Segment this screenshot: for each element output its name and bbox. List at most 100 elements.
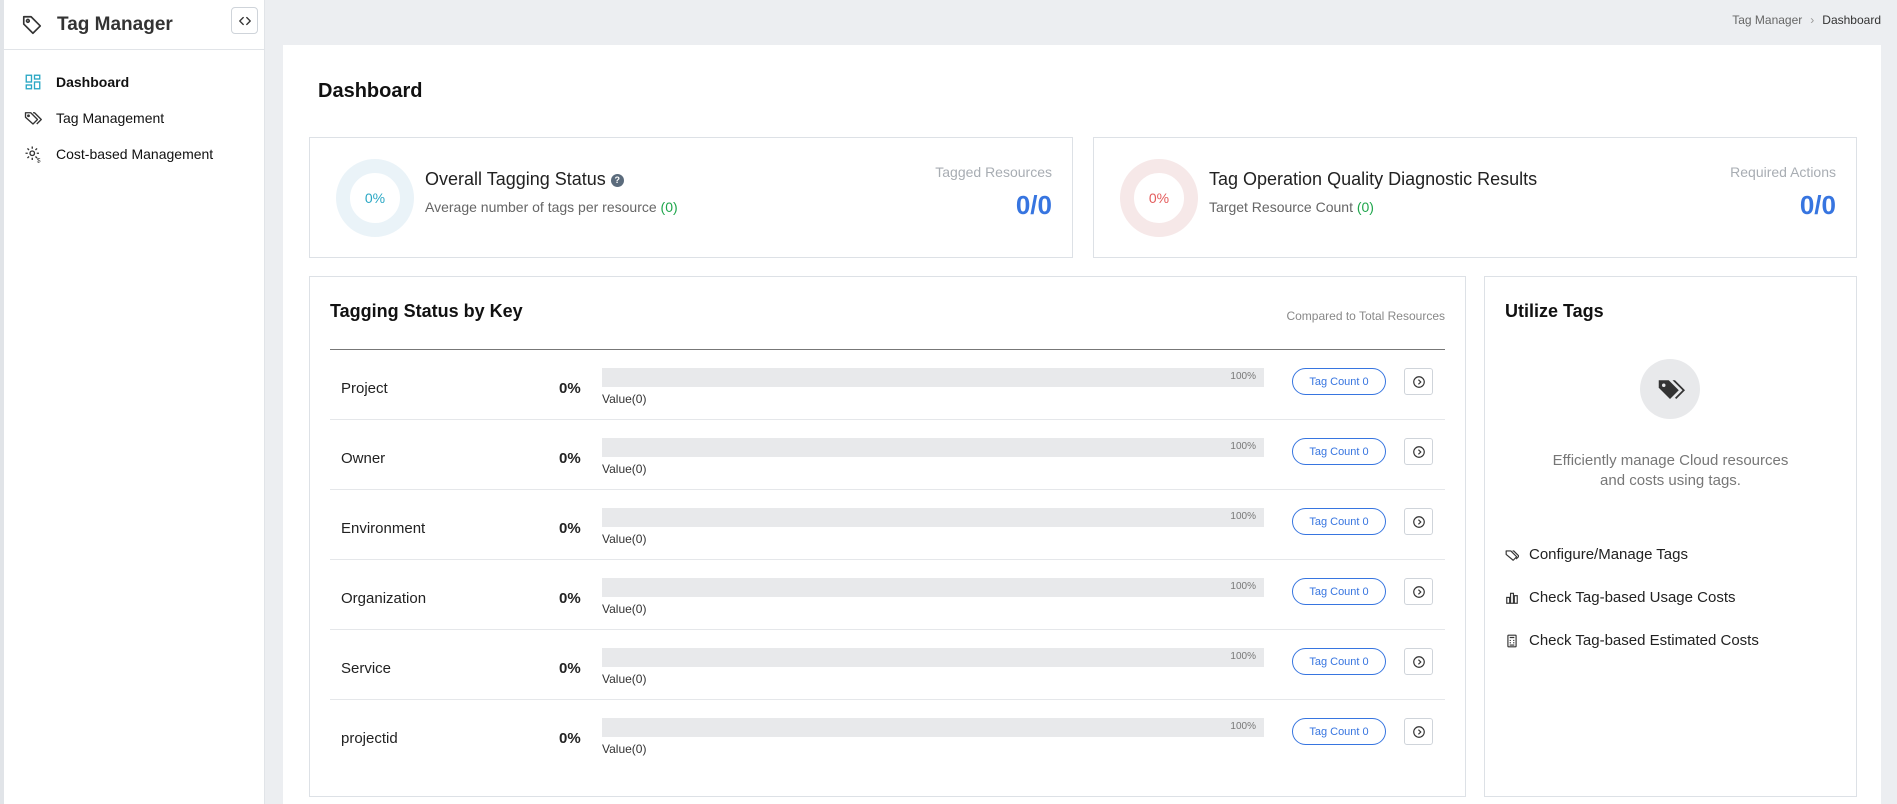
tag-value-count: Value(0) <box>602 392 647 406</box>
cost-settings-icon: $ <box>22 143 44 165</box>
tagged-resources-label: Tagged Resources <box>935 164 1052 180</box>
utilize-desc-line: and costs using tags. <box>1600 472 1741 489</box>
tag-count-badge[interactable]: Tag Count 0 <box>1292 718 1386 745</box>
tag-key-label: Environment <box>341 520 426 537</box>
tag-progress-bar: 100% <box>602 718 1264 737</box>
tag-detail-button[interactable] <box>1404 368 1433 395</box>
tag-key-percent: 0% <box>559 730 581 747</box>
tag-detail-button[interactable] <box>1404 508 1433 535</box>
arrow-circle-right-icon <box>1412 375 1425 388</box>
tag-progress-bar: 100% <box>602 438 1264 457</box>
help-icon[interactable]: ? <box>610 173 624 187</box>
tag-count-badge[interactable]: Tag Count 0 <box>1292 578 1386 605</box>
quality-donut-chart: 0% <box>1120 159 1198 237</box>
svg-text:$: $ <box>37 157 41 163</box>
tag-progress-max-label: 100% <box>1230 441 1256 452</box>
tag-value-count: Value(0) <box>602 602 647 616</box>
tag-count-badge[interactable]: Tag Count 0 <box>1292 368 1386 395</box>
overall-title: Overall Tagging Status <box>425 169 606 189</box>
tag-count-badge[interactable]: Tag Count 0 <box>1292 508 1386 535</box>
tagging-row-owner: Owner 0% 100% Value(0) Tag Count 0 <box>330 420 1445 490</box>
tag-detail-button[interactable] <box>1404 578 1433 605</box>
tag-key-label: projectid <box>341 730 398 747</box>
quality-title: Tag Operation Quality Diagnostic Results <box>1209 169 1538 189</box>
arrow-circle-right-icon <box>1412 585 1425 598</box>
tagging-status-list: Project 0% 100% Value(0) Tag Count 0 Owner 0% 1… <box>330 350 1445 770</box>
tags-icon <box>22 107 44 129</box>
tag-key-label: Owner <box>341 450 386 467</box>
tag-key-label: Service <box>341 660 392 677</box>
tag-progress-bar: 100% <box>602 578 1264 597</box>
overall-subtitle: Average number of tags per resource <box>425 199 657 215</box>
tag-key-label: Project <box>341 380 388 397</box>
tag-value-count: Value(0) <box>602 672 647 686</box>
tag-detail-button[interactable] <box>1404 718 1433 745</box>
tagging-row-environment: Environment 0% 100% Value(0) Tag Count 0 <box>330 490 1445 560</box>
tag-progress-bar: 100% <box>602 648 1264 667</box>
utilize-desc-line: Efficiently manage Cloud resources <box>1552 452 1789 469</box>
required-actions-value[interactable]: 0/0 <box>1800 190 1836 221</box>
overall-subtitle-row: Average number of tags per resource (0) <box>425 199 678 215</box>
tag-icon <box>21 12 47 38</box>
sidebar-item-dashboard[interactable]: Dashboard <box>4 64 264 100</box>
dashboard-icon <box>22 71 44 93</box>
tag-usage-costs-link[interactable]: Check Tag-based Usage Costs <box>1505 576 1759 619</box>
sidebar-item-label: Cost-based Management <box>56 146 214 162</box>
tagging-row-project: Project 0% 100% Value(0) Tag Count 0 <box>330 350 1445 420</box>
quality-subtitle-value: (0) <box>1356 199 1374 215</box>
tag-key-percent: 0% <box>559 380 581 397</box>
breadcrumb-parent-link[interactable]: Tag Manager <box>1732 13 1802 27</box>
configure-manage-tags-link[interactable]: Configure/Manage Tags <box>1505 533 1759 576</box>
tagging-row-organization: Organization 0% 100% Value(0) Tag Count 0 <box>330 560 1445 630</box>
tag-progress-max-label: 100% <box>1230 511 1256 522</box>
tag-key-percent: 0% <box>559 450 581 467</box>
tagging-row-service: Service 0% 100% Value(0) Tag Count 0 <box>330 630 1445 700</box>
quality-donut-value: 0% <box>1148 190 1170 206</box>
tag-key-percent: 0% <box>559 590 581 607</box>
breadcrumb: Tag Manager › Dashboard <box>1732 13 1881 27</box>
tagging-status-card: Tagging Status by Key Compared to Total … <box>309 276 1466 797</box>
arrow-circle-right-icon <box>1412 655 1425 668</box>
tag-count-badge[interactable]: Tag Count 0 <box>1292 648 1386 675</box>
tag-detail-button[interactable] <box>1404 438 1433 465</box>
overall-tagging-card: 0% Overall Tagging Status? Average numbe… <box>309 137 1073 258</box>
sidebar-item-cost-based-management[interactable]: $ Cost-based Management <box>4 136 264 172</box>
arrow-circle-right-icon <box>1412 725 1425 738</box>
link-label: Configure/Manage Tags <box>1529 546 1688 563</box>
bar-chart-icon <box>1505 591 1519 605</box>
overall-donut-chart: 0% <box>336 159 414 237</box>
tag-progress-bar: 100% <box>602 368 1264 387</box>
tag-progress-max-label: 100% <box>1230 371 1256 382</box>
utilize-links: Configure/Manage Tags Check Tag-based Us… <box>1505 533 1759 662</box>
tags-illustration-icon <box>1640 359 1700 419</box>
overall-donut-value: 0% <box>364 190 386 206</box>
tagged-resources-value[interactable]: 0/0 <box>1016 190 1052 221</box>
tag-detail-button[interactable] <box>1404 648 1433 675</box>
quality-subtitle: Target Resource Count <box>1209 199 1353 215</box>
tag-key-percent: 0% <box>559 520 581 537</box>
quality-subtitle-row: Target Resource Count (0) <box>1209 199 1374 215</box>
tag-key-label: Organization <box>341 590 427 607</box>
tag-progress-max-label: 100% <box>1230 721 1256 732</box>
tag-value-count: Value(0) <box>602 532 647 546</box>
sidebar-toggle-button[interactable] <box>231 7 258 34</box>
tag-estimated-costs-link[interactable]: Check Tag-based Estimated Costs <box>1505 619 1759 662</box>
tag-count-badge[interactable]: Tag Count 0 <box>1292 438 1386 465</box>
code-brackets-icon <box>238 16 251 25</box>
chevron-right-icon: › <box>1810 13 1815 27</box>
tag-progress-max-label: 100% <box>1230 651 1256 662</box>
arrow-circle-right-icon <box>1412 515 1425 528</box>
tagging-status-title: Tagging Status by Key <box>330 301 523 321</box>
sidebar-header: Tag Manager <box>4 0 264 50</box>
sidebar-item-tag-management[interactable]: Tag Management <box>4 100 264 136</box>
tag-icon <box>1505 548 1519 562</box>
required-actions-label: Required Actions <box>1730 164 1836 180</box>
breadcrumb-current: Dashboard <box>1822 13 1881 27</box>
overall-subtitle-value: (0) <box>660 199 678 215</box>
link-label: Check Tag-based Estimated Costs <box>1529 632 1759 649</box>
tag-value-count: Value(0) <box>602 462 647 476</box>
tagging-compare-label: Compared to Total Resources <box>1286 309 1445 323</box>
tag-key-percent: 0% <box>559 660 581 677</box>
utilize-tags-description: Efficiently manage Cloud resources and c… <box>1505 451 1836 491</box>
sidebar: Tag Manager Dashboard Tag Management $ C… <box>0 0 265 804</box>
